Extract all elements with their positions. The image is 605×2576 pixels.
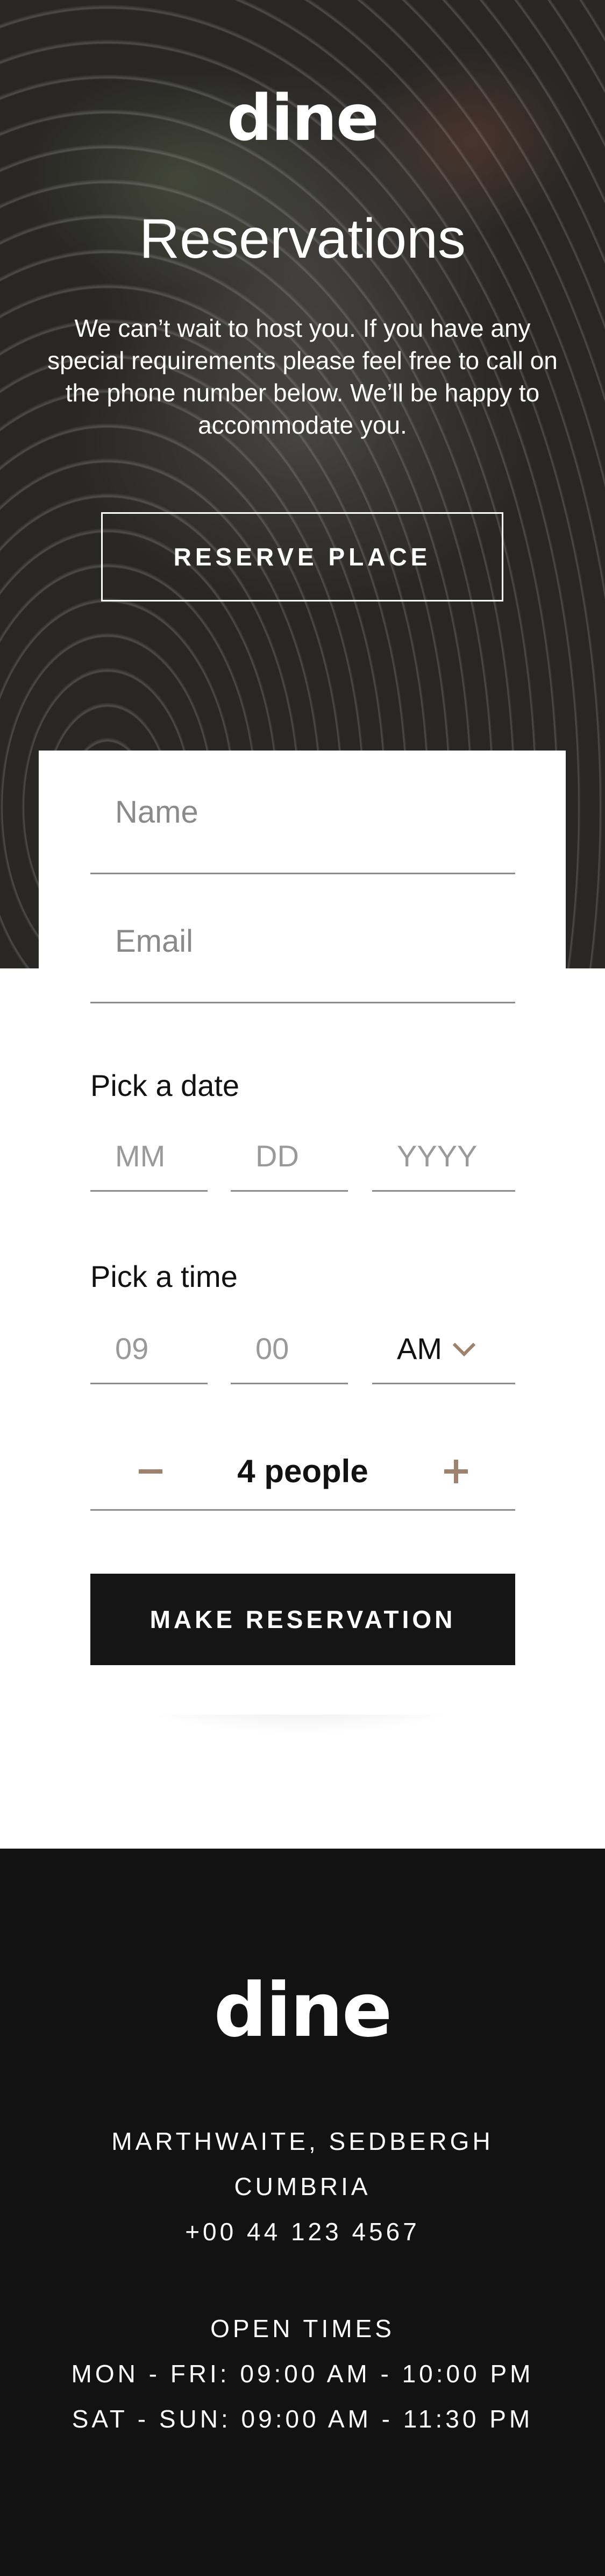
footer-phone: +00 44 123 4567 — [185, 2218, 420, 2246]
footer-address-line2: CUMBRIA — [234, 2172, 371, 2200]
time-minute-input[interactable]: 00 — [231, 1314, 348, 1384]
chevron-down-icon — [452, 1333, 476, 1356]
date-month-input[interactable]: MM — [90, 1122, 208, 1192]
footer-address-line1: MARTHWAITE, SEDBERGH — [111, 2127, 494, 2155]
reservation-form: Name Email Pick a date MM DD YYYY Pick a… — [39, 751, 566, 1715]
name-input[interactable]: Name — [115, 751, 198, 874]
reserve-place-button[interactable]: RESERVE PLACE — [101, 512, 503, 601]
date-year-placeholder: YYYY — [397, 1139, 478, 1173]
page-title: Reservations — [139, 208, 466, 270]
name-field[interactable]: Name — [90, 751, 515, 874]
time-label: Pick a time — [90, 1259, 238, 1293]
time-period-select[interactable]: AM — [372, 1314, 515, 1384]
increase-people-button[interactable] — [435, 1450, 478, 1493]
hero-description: We can’t wait to host you. If you have a… — [47, 314, 558, 439]
footer-weekday-hours: MON - FRI: 09:00 AM - 10:00 PM — [71, 2360, 534, 2388]
time-hour-placeholder: 09 — [115, 1332, 149, 1365]
decrease-people-button[interactable] — [129, 1450, 172, 1493]
time-minute-placeholder: 00 — [255, 1332, 289, 1365]
time-hour-input[interactable]: 09 — [90, 1314, 208, 1384]
make-reservation-button[interactable]: MAKE RESERVATION — [90, 1574, 515, 1665]
people-stepper: 4 people — [90, 1418, 515, 1511]
email-field[interactable]: Email — [90, 880, 515, 1003]
footer-open-times-label: OPEN TIMES — [210, 2315, 395, 2343]
date-year-input[interactable]: YYYY — [372, 1122, 515, 1192]
date-month-placeholder: MM — [115, 1139, 166, 1173]
hero-logo[interactable]: dine — [0, 81, 605, 155]
date-day-placeholder: DD — [255, 1139, 299, 1173]
date-day-input[interactable]: DD — [231, 1122, 348, 1192]
footer: dine MARTHWAITE, SEDBERGH CUMBRIA +00 44… — [0, 1849, 605, 2576]
footer-weekend-hours: SAT - SUN: 09:00 AM - 11:30 PM — [72, 2405, 533, 2433]
email-input[interactable]: Email — [115, 880, 193, 1003]
time-period-value: AM — [397, 1332, 442, 1365]
date-label: Pick a date — [90, 1068, 240, 1102]
footer-logo[interactable]: dine — [0, 1967, 605, 2054]
